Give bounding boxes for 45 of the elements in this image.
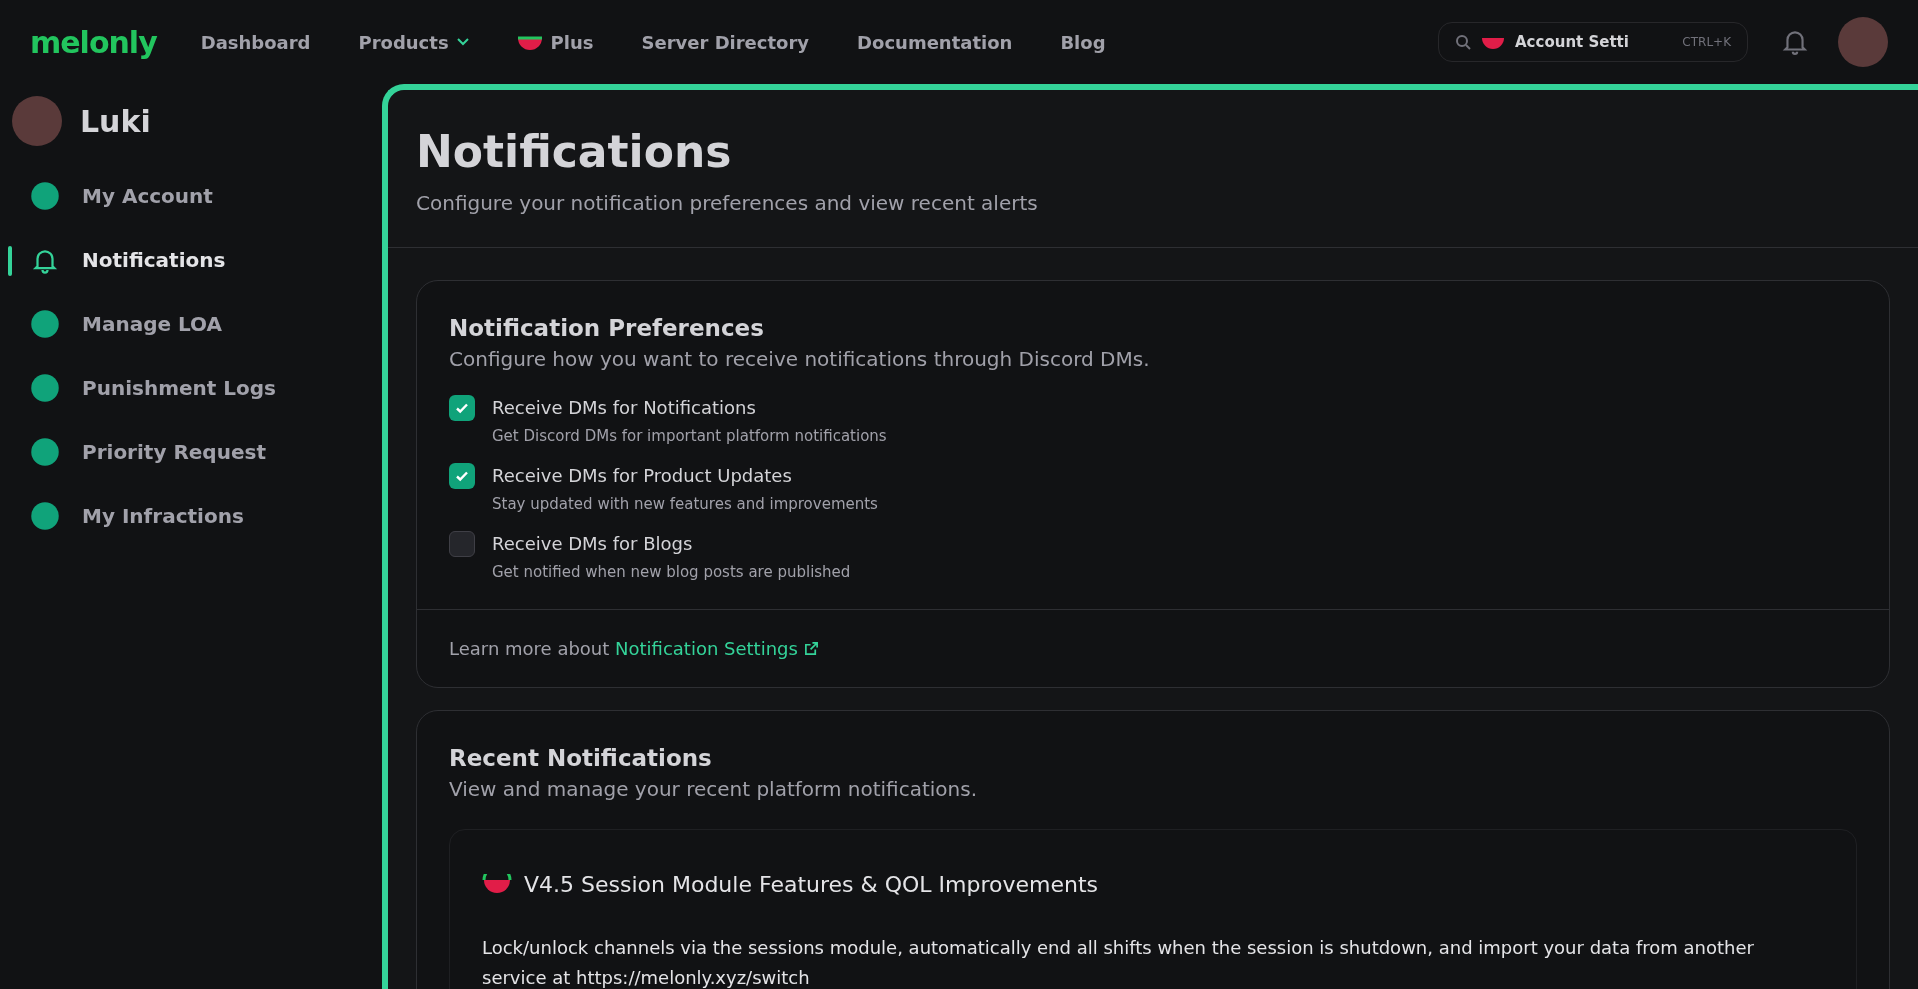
settings-link[interactable]: Notification Settings: [615, 638, 819, 659]
checkbox[interactable]: [449, 463, 475, 489]
notification-title: V4.5 Session Module Features & QOL Improvements: [524, 872, 1099, 897]
melon-icon: [482, 873, 512, 896]
sidebar-item[interactable]: My Account: [0, 164, 382, 228]
footer-text: Learn more about Notification Settings: [417, 609, 1889, 687]
option-label: Receive DMs for Product Updates: [492, 464, 793, 488]
notification-body: Lock/unlock channels via the sessions module, automatically end all shifts when the session is shutdown, and import your data from another service at https://melonly.xyz/switch: [482, 936, 1755, 989]
caret-icon: [456, 38, 469, 46]
sidebar-item[interactable]: Priority Request: [0, 420, 382, 484]
logo[interactable]: melonly: [30, 24, 157, 60]
menu-item-icon: [30, 309, 60, 339]
option-label: Receive DMs for Blogs: [492, 532, 694, 556]
nav-link[interactable]: Products: [358, 31, 469, 53]
card-subtitle: Configure how you want to receive notifications through Discord DMs.: [449, 347, 1151, 371]
menu-item-icon: [30, 501, 60, 531]
card-title: Notification Preferences: [449, 315, 765, 341]
sidebar-item[interactable]: Punishment Logs: [0, 356, 382, 420]
option-label: Receive DMs for Notifications: [492, 396, 757, 420]
nav-link[interactable]: Plus: [516, 31, 594, 53]
sidebar-item[interactable]: Notifications: [0, 228, 382, 292]
menu-item-icon: [30, 373, 60, 403]
checkbox[interactable]: [449, 531, 475, 557]
nav-link[interactable]: Dashboard: [200, 31, 311, 53]
card-title: Recent Notifications: [449, 745, 713, 771]
nav-link[interactable]: Server Directory: [641, 31, 810, 53]
external-link-icon: [803, 641, 819, 656]
menu-item-icon: [30, 437, 60, 467]
page-title: Notifications: [416, 126, 733, 177]
sidebar-item[interactable]: Manage LOA: [0, 292, 382, 356]
bell-icon[interactable]: [1782, 28, 1808, 56]
avatar: [12, 96, 62, 146]
option-description: Stay updated with new features and improvements: [492, 495, 879, 513]
card-subtitle: View and manage your recent platform notifications.: [449, 777, 978, 801]
page-subtitle: Configure your notification preferences and view recent alerts: [416, 191, 1039, 215]
search-field[interactable]: Account Setti CTRL+K: [1438, 22, 1748, 62]
option-description: Get notified when new blog posts are published: [492, 563, 852, 581]
menu-item-icon: [30, 181, 60, 211]
nav-link[interactable]: Documentation: [857, 31, 1013, 53]
user-name: Luki: [80, 103, 151, 139]
sidebar-item[interactable]: My Infractions: [0, 484, 382, 548]
nav-link[interactable]: Blog: [1060, 31, 1106, 53]
option-description: Get Discord DMs for important platform notifications: [492, 427, 888, 445]
search-icon: [1455, 34, 1471, 50]
checkbox[interactable]: [449, 395, 475, 421]
